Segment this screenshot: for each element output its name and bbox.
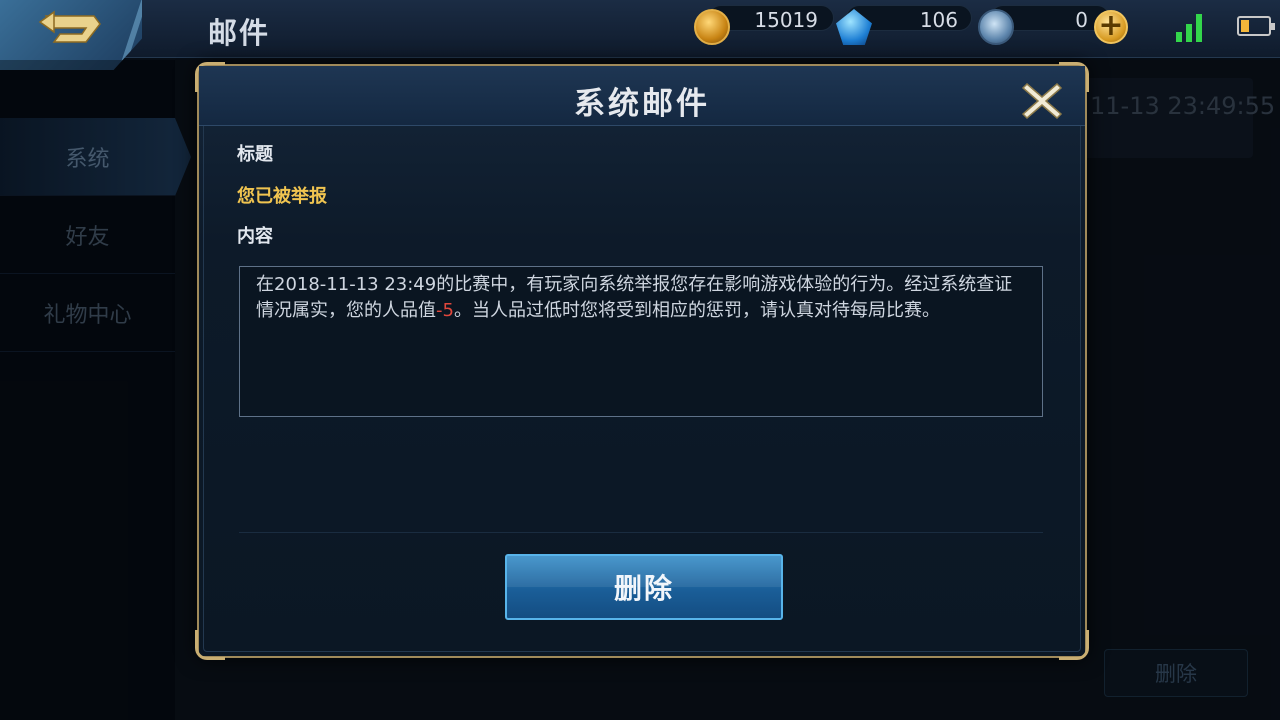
back-arrow-icon [38,10,101,43]
dialog-title: 系统邮件 [574,86,710,122]
mail-subject: 您已被举报 [237,186,327,207]
close-icon[interactable] [1019,78,1065,124]
divider [239,532,1043,533]
coupon-icon [978,9,1014,45]
battery-icon [1237,16,1275,36]
top-bar: 邮件 15019 106 0 + [0,0,1280,70]
mail-content: 在2018-11-13 23:49的比赛中，有玩家向系统举报您存在影响游戏体验的… [256,272,1028,324]
page-title: 邮件 [208,16,271,50]
diamond-value: 106 [919,8,958,32]
gold-coin-icon [694,9,730,45]
signal-bars-icon [1176,12,1212,42]
ornament-corner [195,630,225,660]
content-label: 内容 [237,226,273,247]
delete-button[interactable]: 删除 [505,554,783,620]
content-text-after: 。当人品过低时您将受到相应的惩罚，请认真对待每局比赛。 [453,300,940,321]
delete-button-label: 删除 [613,572,674,605]
ornament-corner [1059,630,1089,660]
dialog-header: 系统邮件 [199,66,1085,126]
subject-label: 标题 [237,144,273,165]
mail-content-box: 在2018-11-13 23:49的比赛中，有玩家向系统举报您存在影响游戏体验的… [239,266,1043,417]
plus-icon[interactable]: + [1094,10,1128,44]
reputation-change: -5 [436,300,454,321]
system-mail-dialog: 系统邮件 标题 您已被举报 内容 在2018-11-13 23:49的比赛中，有… [195,62,1089,660]
coupon-value: 0 [1075,8,1088,32]
gold-value: 15019 [754,8,818,32]
